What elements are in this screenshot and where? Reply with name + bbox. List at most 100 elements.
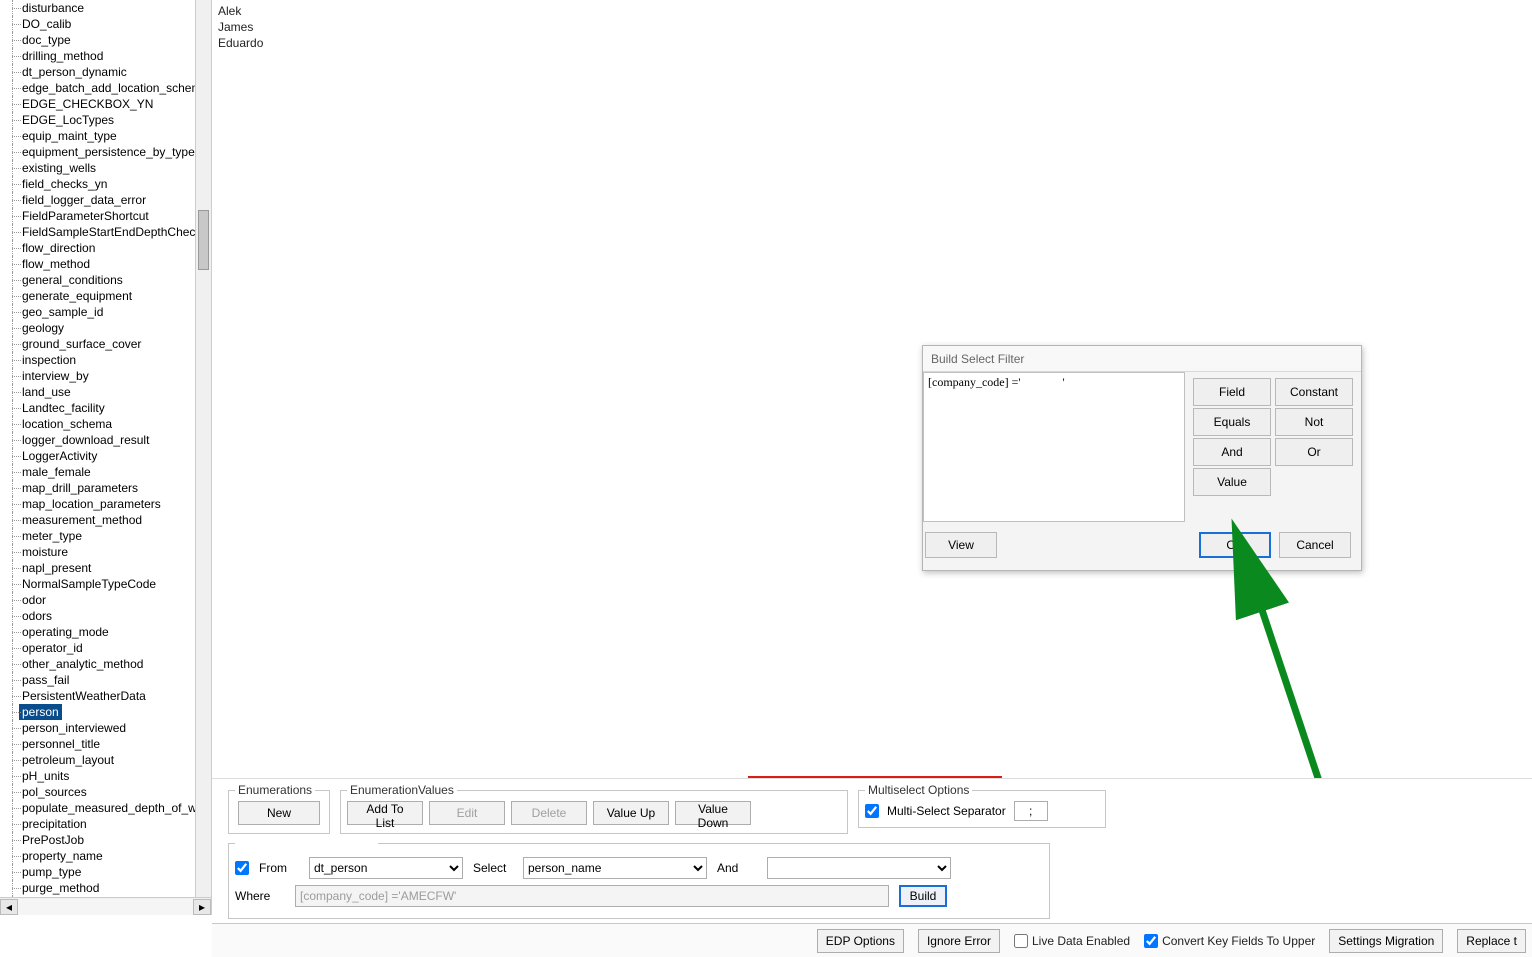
- tree-item[interactable]: petroleum_layout: [4, 752, 211, 768]
- scrollbar-thumb[interactable]: [198, 210, 209, 270]
- tree-item[interactable]: existing_wells: [4, 160, 211, 176]
- value-button[interactable]: Value: [1193, 468, 1271, 496]
- tree-item[interactable]: odors: [4, 608, 211, 624]
- tree-item[interactable]: field_logger_data_error: [4, 192, 211, 208]
- tree-item[interactable]: flow_method: [4, 256, 211, 272]
- field-button[interactable]: Field: [1193, 378, 1271, 406]
- tree-item[interactable]: other_analytic_method: [4, 656, 211, 672]
- tree-item-label: flow_method: [20, 257, 92, 271]
- tree-item[interactable]: personnel_title: [4, 736, 211, 752]
- tree-item[interactable]: field_checks_yn: [4, 176, 211, 192]
- cancel-button[interactable]: Cancel: [1279, 532, 1351, 558]
- tree-item[interactable]: property_name: [4, 848, 211, 864]
- multiselect-separator-input[interactable]: [1014, 801, 1048, 821]
- delete-button[interactable]: Delete: [511, 801, 587, 825]
- new-enumeration-button[interactable]: New: [238, 801, 320, 825]
- tree-item[interactable]: precipitation: [4, 816, 211, 832]
- tree-item[interactable]: measurement_method: [4, 512, 211, 528]
- tree-item[interactable]: flow_direction: [4, 240, 211, 256]
- scrollbar-track[interactable]: [18, 899, 193, 915]
- tree-item[interactable]: LoggerActivity: [4, 448, 211, 464]
- tree-item[interactable]: pH_units: [4, 768, 211, 784]
- live-data-checkbox[interactable]: [1014, 934, 1028, 948]
- value-up-button[interactable]: Value Up: [593, 801, 669, 825]
- tree-item[interactable]: land_use: [4, 384, 211, 400]
- tree-item[interactable]: EDGE_CHECKBOX_YN: [4, 96, 211, 112]
- view-button[interactable]: View: [925, 532, 997, 558]
- tree-item[interactable]: pump_type: [4, 864, 211, 880]
- scroll-right-icon[interactable]: ▸: [193, 899, 211, 915]
- tree-item[interactable]: geology: [4, 320, 211, 336]
- from-checkbox[interactable]: [235, 861, 249, 875]
- tree-item[interactable]: map_drill_parameters: [4, 480, 211, 496]
- tree-item[interactable]: odor: [4, 592, 211, 608]
- tree-item[interactable]: NormalSampleTypeCode: [4, 576, 211, 592]
- build-button[interactable]: Build: [899, 885, 947, 907]
- tree-item[interactable]: interview_by: [4, 368, 211, 384]
- tree-item[interactable]: drilling_method: [4, 48, 211, 64]
- tree-scrollbar-vertical[interactable]: [195, 0, 211, 897]
- tree-item[interactable]: napl_present: [4, 560, 211, 576]
- tree-item[interactable]: Landtec_facility: [4, 400, 211, 416]
- convert-upper-checkbox[interactable]: [1144, 934, 1158, 948]
- tree-item[interactable]: inspection: [4, 352, 211, 368]
- tree-item-label: male_female: [20, 465, 93, 479]
- tree-item[interactable]: populate_measured_depth_of_we: [4, 800, 211, 816]
- tree-item[interactable]: male_female: [4, 464, 211, 480]
- tree-item[interactable]: operating_mode: [4, 624, 211, 640]
- settings-migration-button[interactable]: Settings Migration: [1329, 929, 1443, 953]
- add-to-list-button[interactable]: Add To List: [347, 801, 423, 825]
- tree-item[interactable]: operator_id: [4, 640, 211, 656]
- tree-item[interactable]: location_schema: [4, 416, 211, 432]
- convert-upper-checkbox-label[interactable]: Convert Key Fields To Upper: [1144, 934, 1315, 948]
- tree-item[interactable]: equipment_persistence_by_type: [4, 144, 211, 160]
- select-combo[interactable]: person_name: [523, 857, 707, 879]
- tree-item[interactable]: generate_equipment: [4, 288, 211, 304]
- tree-list[interactable]: disturbanceDO_calibdoc_typedrilling_meth…: [0, 0, 211, 897]
- ok-button[interactable]: OK: [1199, 532, 1271, 558]
- tree-item[interactable]: moisture: [4, 544, 211, 560]
- constant-button[interactable]: Constant: [1275, 378, 1353, 406]
- tree-item[interactable]: FieldParameterShortcut: [4, 208, 211, 224]
- tree-item[interactable]: doc_type: [4, 32, 211, 48]
- tree-item[interactable]: meter_type: [4, 528, 211, 544]
- tree-item[interactable]: DO_calib: [4, 16, 211, 32]
- tree-item[interactable]: general_conditions: [4, 272, 211, 288]
- filter-expression-textarea[interactable]: [company_code] =' ': [923, 372, 1185, 522]
- tree-item[interactable]: person_interviewed: [4, 720, 211, 736]
- tree-item[interactable]: equip_maint_type: [4, 128, 211, 144]
- ignore-error-button[interactable]: Ignore Error: [918, 929, 1000, 953]
- tree-item[interactable]: PrePostJob: [4, 832, 211, 848]
- tree-item[interactable]: logger_download_result: [4, 432, 211, 448]
- and-button[interactable]: And: [1193, 438, 1271, 466]
- tree-item[interactable]: EDGE_LocTypes: [4, 112, 211, 128]
- tree-item[interactable]: FieldSampleStartEndDepthCheck: [4, 224, 211, 240]
- multiselect-checkbox[interactable]: [865, 804, 879, 818]
- tree-item[interactable]: edge_batch_add_location_schem: [4, 80, 211, 96]
- and-combo[interactable]: [767, 857, 951, 879]
- value-down-button[interactable]: Value Down: [675, 801, 751, 825]
- tree-item[interactable]: geo_sample_id: [4, 304, 211, 320]
- tree-scrollbar-horizontal[interactable]: ◂ ▸: [0, 897, 211, 915]
- tree-item[interactable]: purge_schema: [4, 896, 211, 897]
- tree-item[interactable]: person: [4, 704, 211, 720]
- not-button[interactable]: Not: [1275, 408, 1353, 436]
- edit-button[interactable]: Edit: [429, 801, 505, 825]
- from-combo[interactable]: dt_person: [309, 857, 463, 879]
- scroll-left-icon[interactable]: ◂: [0, 899, 18, 915]
- tree-item[interactable]: pol_sources: [4, 784, 211, 800]
- equals-button[interactable]: Equals: [1193, 408, 1271, 436]
- tree-item[interactable]: disturbance: [4, 0, 211, 16]
- tree-item[interactable]: PersistentWeatherData: [4, 688, 211, 704]
- where-input[interactable]: [295, 885, 889, 907]
- tree-item-label: location_schema: [20, 417, 114, 431]
- live-data-checkbox-label[interactable]: Live Data Enabled: [1014, 934, 1130, 948]
- tree-item[interactable]: pass_fail: [4, 672, 211, 688]
- replace-button[interactable]: Replace t: [1457, 929, 1526, 953]
- or-button[interactable]: Or: [1275, 438, 1353, 466]
- tree-item[interactable]: map_location_parameters: [4, 496, 211, 512]
- tree-item[interactable]: dt_person_dynamic: [4, 64, 211, 80]
- tree-item[interactable]: ground_surface_cover: [4, 336, 211, 352]
- edp-options-button[interactable]: EDP Options: [817, 929, 904, 953]
- tree-item[interactable]: purge_method: [4, 880, 211, 896]
